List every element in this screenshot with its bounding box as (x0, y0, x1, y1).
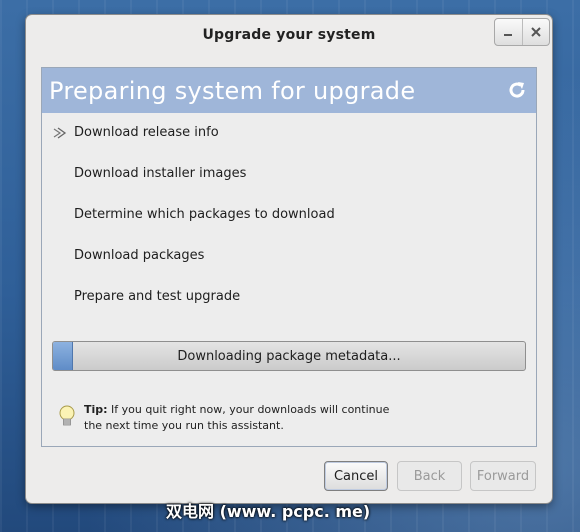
step-item: Download release info (42, 124, 536, 165)
tip-label: Tip: (84, 403, 108, 416)
step-label: Download packages (74, 248, 205, 263)
current-step-arrow-icon (53, 127, 67, 139)
step-label: Download installer images (74, 166, 247, 181)
step-label: Download release info (74, 125, 219, 140)
watermark: 双电网 (www. pcpc. me) (166, 502, 371, 521)
progress-bar: Downloading package metadata... (52, 341, 526, 371)
dialog-buttons: Cancel Back Forward (324, 461, 536, 493)
back-button[interactable]: Back (397, 461, 462, 491)
tip-line-2: the next time you run this assistant. (84, 419, 284, 432)
step-item: Download packages (42, 247, 536, 288)
minimize-icon[interactable] (495, 19, 522, 45)
lightbulb-icon (59, 405, 75, 426)
progress-panel: Preparing system for upgrade Download re… (41, 67, 537, 447)
tip-line-1-text: If you quit right now, your downloads wi… (111, 403, 390, 416)
step-item: Determine which packages to download (42, 206, 536, 247)
step-item: Prepare and test upgrade (42, 288, 536, 329)
step-list: Download release info Download installer… (42, 124, 536, 329)
cancel-button[interactable]: Cancel (324, 461, 388, 491)
tip-text: Tip: If you quit right now, your downloa… (84, 402, 518, 434)
tip-line-1: Tip: If you quit right now, your downloa… (84, 402, 518, 418)
window-controls (494, 18, 550, 46)
step-label: Determine which packages to download (74, 207, 335, 222)
step-item: Download installer images (42, 165, 536, 206)
refresh-icon[interactable] (506, 79, 528, 101)
upgrade-dialog: Upgrade your system Preparing system for… (26, 15, 552, 503)
banner: Preparing system for upgrade (42, 68, 536, 113)
step-label: Prepare and test upgrade (74, 289, 241, 304)
titlebar[interactable]: Upgrade your system (26, 15, 552, 55)
window-title: Upgrade your system (202, 27, 376, 43)
close-icon[interactable] (521, 19, 550, 45)
page-title: Preparing system for upgrade (49, 76, 416, 105)
progress-text: Downloading package metadata... (177, 348, 401, 364)
tip: Tip: If you quit right now, your downloa… (58, 402, 518, 434)
forward-button[interactable]: Forward (470, 461, 536, 491)
